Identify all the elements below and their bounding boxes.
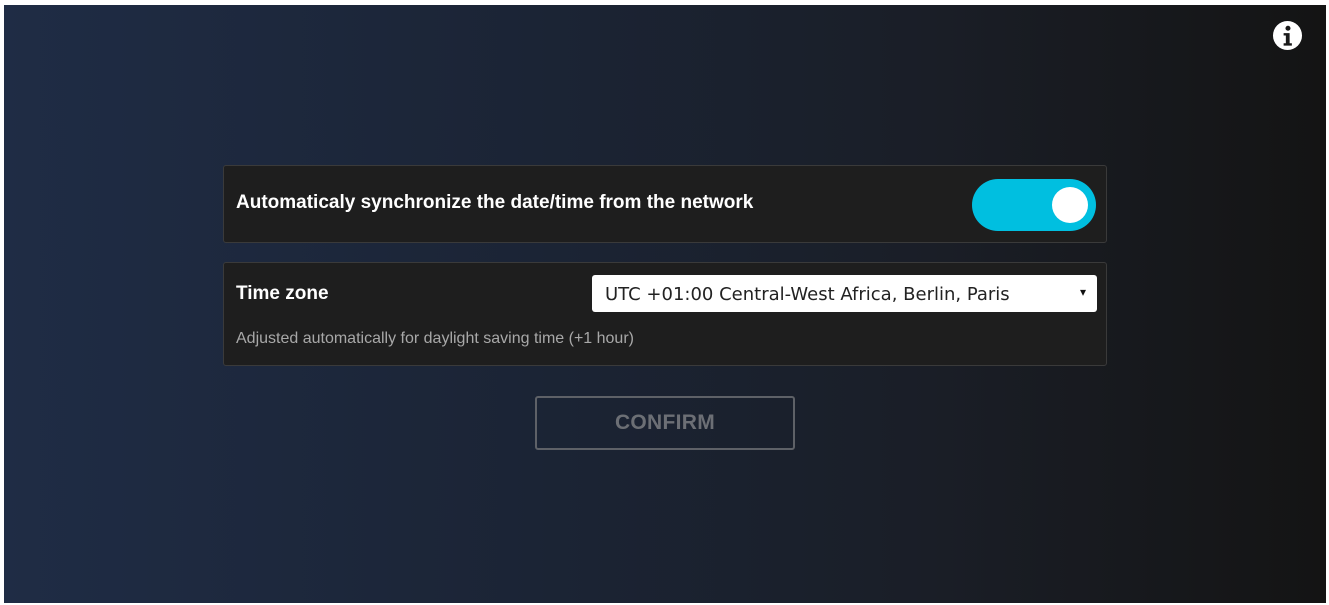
caret-down-icon: ▾ [1079, 285, 1086, 299]
settings-screen: Automaticaly synchronize the date/time f… [4, 5, 1326, 603]
confirm-button[interactable]: CONFIRM [535, 396, 795, 450]
auto-sync-toggle[interactable] [972, 179, 1096, 231]
time-zone-select[interactable]: UTC +01:00 Central-West Africa, Berlin, … [592, 275, 1097, 312]
info-icon[interactable] [1272, 20, 1303, 51]
auto-sync-panel: Automaticaly synchronize the date/time f… [223, 165, 1107, 243]
time-zone-panel: Time zone UTC +01:00 Central-West Africa… [223, 262, 1107, 366]
dst-note: Adjusted automatically for daylight savi… [236, 330, 634, 347]
info-circle-icon [1272, 20, 1303, 51]
auto-sync-label: Automaticaly synchronize the date/time f… [236, 192, 754, 213]
toggle-knob [1052, 187, 1088, 223]
time-zone-label: Time zone [236, 283, 329, 304]
time-zone-selected-value: UTC +01:00 Central-West Africa, Berlin, … [605, 284, 1010, 305]
